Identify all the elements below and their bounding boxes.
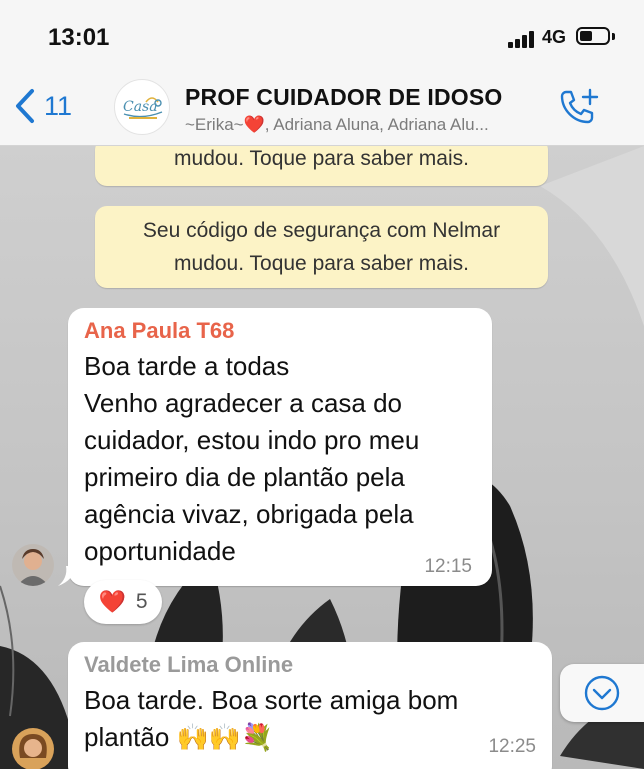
message-line: Venho agradecer a casa do <box>84 388 403 418</box>
avatar-valdete-lima <box>12 728 54 769</box>
status-time: 13:01 <box>48 24 110 51</box>
message-line: Boa tarde. Boa sorte amiga bom <box>84 685 459 715</box>
group-avatar[interactable]: Casa <box>114 79 170 135</box>
message-line: primeiro dia de plantão pela <box>84 462 405 492</box>
scroll-to-bottom-button[interactable] <box>560 664 644 722</box>
sender-name[interactable]: Ana Paula T68 <box>84 318 492 344</box>
bubble-tail <box>58 566 76 586</box>
message-time: 12:25 <box>488 736 536 757</box>
security-notice[interactable]: Seu código de segurança com Nelmar mudou… <box>95 206 548 288</box>
battery-icon <box>576 27 610 45</box>
sender-name[interactable]: Valdete Lima Online <box>84 652 552 678</box>
avatar[interactable] <box>12 728 54 769</box>
casa-do-cuidador-logo: Casa <box>123 97 163 119</box>
notice-line: mudou. Toque para saber mais. <box>174 252 469 275</box>
message-bubble[interactable]: Valdete Lima Online Boa tarde. Boa sorte… <box>68 642 552 769</box>
message-line: cuidador, estou indo pro meu <box>84 425 420 455</box>
security-notice[interactable]: mudou. Toque para saber mais. <box>95 146 548 186</box>
reaction-emoji: ❤️ <box>98 589 126 614</box>
message-text: Boa tarde. Boa sorte amiga bom plantão 🙌… <box>84 682 552 756</box>
battery-cap <box>612 33 615 40</box>
avatar-ana-paula <box>12 544 54 586</box>
message-bubble[interactable]: Ana Paula T68 Boa tarde a todas Venho ag… <box>68 308 492 586</box>
message-time: 12:15 <box>424 556 472 577</box>
unread-count: 11 <box>44 90 73 121</box>
message-line: Boa tarde a todas <box>84 351 290 381</box>
notice-line: Seu código de segurança com Nelmar <box>142 219 501 242</box>
notice-line: mudou. Toque para saber mais. <box>174 147 469 170</box>
back-button[interactable]: 11 <box>14 84 94 128</box>
network-type: 4G <box>542 27 567 47</box>
chat-header: 11 Casa PROF CUIDADOR DE IDOSO ~Erika~❤️… <box>0 70 644 146</box>
chevron-down-circle-icon <box>584 675 620 711</box>
message-line: plantão 🙌🙌💐 <box>84 722 274 752</box>
avatar[interactable] <box>12 544 54 586</box>
signal-strength-icon <box>508 30 540 48</box>
add-call-button[interactable] <box>556 88 602 128</box>
svg-text:Casa: Casa <box>123 99 158 115</box>
chevron-left-icon <box>16 89 34 123</box>
reaction-count: 5 <box>135 590 148 613</box>
reaction-pill[interactable]: ❤️ 5 <box>84 580 162 624</box>
status-bar: 13:01 4G <box>0 0 644 70</box>
group-title[interactable]: PROF CUIDADOR DE IDOSO <box>185 84 502 111</box>
battery-level-fill <box>580 31 592 41</box>
message-text: Boa tarde a todas Venho agradecer a casa… <box>84 348 492 570</box>
add-call-icon <box>560 88 599 124</box>
chat-area[interactable]: mudou. Toque para saber mais. Seu código… <box>0 146 644 769</box>
message-line: agência vivaz, obrigada pela <box>84 499 414 529</box>
group-members[interactable]: ~Erika~❤️, Adriana Aluna, Adriana Alu... <box>185 115 545 135</box>
